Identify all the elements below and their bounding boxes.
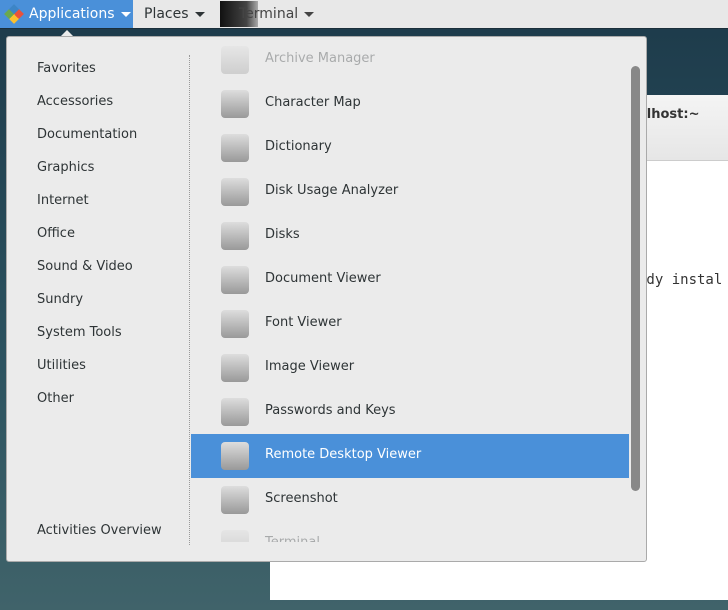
font-viewer-icon <box>221 310 249 338</box>
image-viewer-icon <box>221 354 249 382</box>
app-item[interactable]: Screenshot <box>191 478 629 522</box>
category-office[interactable]: Office <box>37 226 75 241</box>
chevron-down-icon <box>120 11 131 17</box>
activities-overview-item[interactable]: Activities Overview <box>37 523 162 538</box>
app-label: Archive Manager <box>265 51 375 66</box>
terminal-label: Terminal <box>239 6 299 22</box>
app-item[interactable]: Disks <box>191 214 629 258</box>
separator <box>189 55 190 545</box>
app-item[interactable]: Document Viewer <box>191 258 629 302</box>
category-documentation[interactable]: Documentation <box>37 127 137 142</box>
screenshot-icon <box>221 486 249 514</box>
terminal-icon <box>221 530 249 542</box>
chevron-down-icon <box>304 11 315 17</box>
scrollbar[interactable] <box>631 66 640 491</box>
disks-icon <box>221 222 249 250</box>
terminal-title: alhost:~ <box>638 107 700 122</box>
app-item[interactable]: Archive Manager <box>191 38 629 82</box>
app-label: Passwords and Keys <box>265 403 396 418</box>
terminal-line: ady instal <box>638 272 723 288</box>
app-label: Document Viewer <box>265 271 381 286</box>
category-sundry[interactable]: Sundry <box>37 292 83 307</box>
app-item[interactable]: Image Viewer <box>191 346 629 390</box>
category-system-tools[interactable]: System Tools <box>37 325 122 340</box>
app-label: Disks <box>265 227 300 242</box>
app-item[interactable]: Character Map <box>191 82 629 126</box>
app-label: Disk Usage Analyzer <box>265 183 399 198</box>
app-label: Terminal <box>265 535 320 542</box>
character-map-icon <box>221 90 249 118</box>
app-label: Dictionary <box>265 139 332 154</box>
app-label: Remote Desktop Viewer <box>265 447 422 462</box>
category-accessories[interactable]: Accessories <box>37 94 113 109</box>
app-label: Image Viewer <box>265 359 355 374</box>
category-graphics[interactable]: Graphics <box>37 160 94 175</box>
places-label: Places <box>144 6 189 22</box>
app-item[interactable]: Font Viewer <box>191 302 629 346</box>
places-menu-button[interactable]: Places <box>144 0 205 28</box>
category-sound-video[interactable]: Sound & Video <box>37 259 133 274</box>
app-label: Screenshot <box>265 491 338 506</box>
keys-icon <box>221 398 249 426</box>
chevron-down-icon <box>194 11 205 17</box>
app-item[interactable]: Disk Usage Analyzer <box>191 170 629 214</box>
document-viewer-icon <box>221 266 249 294</box>
app-item[interactable]: Terminal <box>191 522 629 542</box>
app-item[interactable]: Remote Desktop Viewer <box>191 434 629 478</box>
dictionary-icon <box>221 134 249 162</box>
category-other[interactable]: Other <box>37 391 74 406</box>
remote-desktop-icon <box>221 442 249 470</box>
app-label: Character Map <box>265 95 361 110</box>
app-item[interactable]: Passwords and Keys <box>191 390 629 434</box>
category-internet[interactable]: Internet <box>37 193 89 208</box>
applications-menu: Favorites Accessories Documentation Graphic… <box>6 36 647 562</box>
app-label: Font Viewer <box>265 315 342 330</box>
category-utilities[interactable]: Utilities <box>37 358 86 373</box>
app-item[interactable]: Dictionary <box>191 126 629 170</box>
archive-icon <box>221 46 249 74</box>
category-favorites[interactable]: Favorites <box>37 61 96 76</box>
top-bar: Applications Places Terminal <box>0 0 728 29</box>
gnome-foot-icon <box>4 4 24 24</box>
disk-usage-icon <box>221 178 249 206</box>
applications-menu-button[interactable]: Applications <box>0 0 133 28</box>
applications-label: Applications <box>29 6 115 22</box>
